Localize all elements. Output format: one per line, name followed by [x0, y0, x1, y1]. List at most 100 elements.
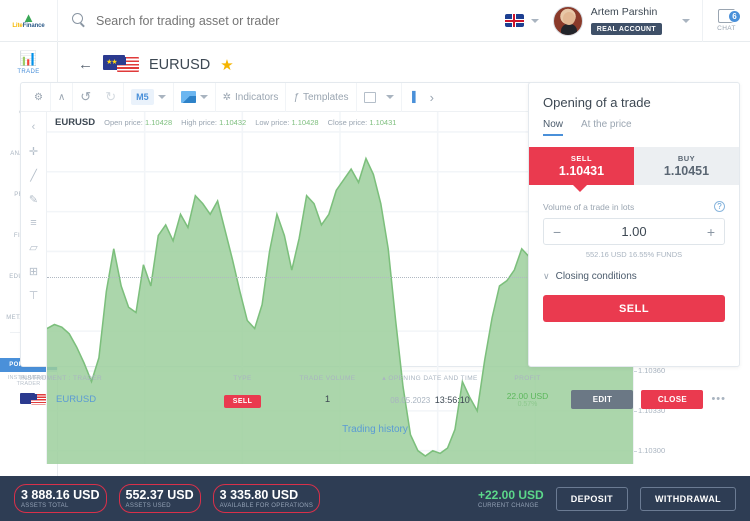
- submit-sell-button[interactable]: SELL: [543, 295, 725, 322]
- user-menu[interactable]: Artem Parshin REAL ACCOUNT: [553, 6, 690, 36]
- price-tick: 1.10300: [638, 446, 665, 455]
- toolbar-next-button[interactable]: ›: [423, 83, 441, 112]
- text-tool-icon[interactable]: ⊤: [22, 283, 46, 307]
- account-footer: 3 888.16 USD ASSETS TOTAL 552.37 USD ASS…: [0, 476, 750, 521]
- language-selector[interactable]: [505, 14, 539, 27]
- current-change: +22.00 USD CURRENT CHANGE: [478, 488, 544, 509]
- close-price: Close price: 1.10431: [328, 118, 397, 127]
- chart-undo-button[interactable]: ↺: [73, 83, 98, 112]
- templates-button[interactable]: ƒ Templates: [286, 83, 356, 112]
- timeframe-value: M5: [131, 89, 154, 105]
- column-opening-date[interactable]: ▴ OPENING DATE AND TIME: [370, 374, 490, 382]
- sidebar-label-trade: TRADE: [17, 69, 39, 75]
- back-arrow-icon[interactable]: ←: [78, 57, 93, 72]
- indicators-button[interactable]: ✲ Indicators: [216, 83, 287, 112]
- pencil-icon[interactable]: ✎: [22, 187, 46, 211]
- area-chart-icon: [181, 91, 196, 103]
- row-symbol-link[interactable]: EURUSD: [56, 394, 96, 405]
- cell-volume: 1: [285, 394, 370, 405]
- crosshair-icon[interactable]: ✛: [22, 139, 46, 163]
- positions-table-header: INSTRUMENT : TRADER TYPE TRADE VOLUME ▴ …: [20, 371, 730, 385]
- row-time: 13:56:10: [435, 395, 470, 405]
- increment-button[interactable]: +: [707, 225, 715, 239]
- cell-instrument: EURUSD: [20, 393, 200, 406]
- chat-button[interactable]: 6 CHAT: [702, 0, 750, 42]
- cell-profit: 22.00 USD 0.57%: [490, 391, 565, 408]
- timeframe-chevron-down-icon: [158, 95, 166, 99]
- selected-side-pointer: [573, 185, 587, 192]
- column-instrument: INSTRUMENT : TRADER: [20, 375, 200, 382]
- sell-side-button[interactable]: SELL 1.10431: [529, 147, 634, 185]
- high-price: High price: 1.10432: [181, 118, 246, 127]
- more-options-icon[interactable]: •••: [711, 393, 726, 405]
- search-input[interactable]: [96, 14, 426, 28]
- column-profit: PROFIT: [490, 375, 565, 382]
- chart-redo-button[interactable]: ↻: [98, 83, 124, 112]
- available-value: 3 335.80 USD: [220, 488, 314, 502]
- closing-conditions-label: Closing conditions: [556, 271, 637, 282]
- withdrawal-button[interactable]: WITHDRAWAL: [640, 487, 736, 511]
- help-icon[interactable]: ?: [714, 201, 725, 212]
- decrement-button[interactable]: −: [553, 225, 561, 239]
- cell-datetime: 08.05.2023 13:56:10: [370, 390, 490, 408]
- chart-type-selector[interactable]: [174, 83, 216, 112]
- table-row[interactable]: EURUSD SELL 1 08.05.2023 13:56:10 22.00 …: [20, 386, 730, 412]
- timeframe-selector[interactable]: M5: [124, 83, 174, 112]
- sell-side-price: 1.10431: [559, 164, 604, 178]
- deposit-button[interactable]: DEPOSIT: [556, 487, 628, 511]
- volume-value[interactable]: 1.00: [621, 224, 646, 239]
- calendar-icon: [364, 92, 376, 103]
- available-label: AVAILABLE FOR OPERATIONS: [220, 503, 314, 509]
- current-change-label: CURRENT CHANGE: [478, 503, 539, 509]
- chart-settings-button[interactable]: ⚙: [27, 83, 51, 112]
- quantity-stepper[interactable]: − 1.00 +: [543, 218, 725, 245]
- close-position-button[interactable]: CLOSE: [641, 390, 703, 409]
- favorite-star-icon[interactable]: ★: [220, 56, 233, 74]
- tab-now[interactable]: Now: [543, 119, 563, 136]
- grid-icon[interactable]: ⊞: [22, 259, 46, 283]
- instrument-header: ← ★★★ EURUSD ★: [58, 42, 750, 77]
- trade-panel: Opening of a trade Now At the price SELL…: [528, 82, 740, 367]
- chart-type-chevron-down-icon: [200, 95, 208, 99]
- buy-side-label: BUY: [678, 154, 695, 163]
- closing-conditions-toggle[interactable]: ∨ Closing conditions: [543, 271, 725, 282]
- parallel-channel-icon[interactable]: ≡: [22, 211, 46, 235]
- calendar-chevron-down-icon: [386, 95, 394, 99]
- sort-indicator-icon: ▴: [382, 375, 386, 382]
- volume-chart-button[interactable]: ▐: [402, 83, 423, 112]
- edit-button[interactable]: EDIT: [571, 390, 633, 409]
- margin-info: 552.16 USD 16.55% FUNDS: [543, 250, 725, 259]
- search-icon: [72, 13, 87, 28]
- balance-available: 3 335.80 USD AVAILABLE FOR OPERATIONS: [213, 484, 321, 513]
- chevron-up-icon: ∧: [58, 92, 65, 103]
- trading-platform: ▲ LiteFinance Artem Parshin REAL ACCOUNT…: [0, 0, 750, 521]
- row-profit-pct: 0.57%: [490, 401, 565, 408]
- indicators-icon: ✲: [223, 92, 231, 103]
- buy-side-button[interactable]: BUY 1.10451: [634, 147, 739, 185]
- tab-at-the-price[interactable]: At the price: [581, 119, 632, 136]
- search-bar[interactable]: [58, 0, 505, 42]
- eurusd-flag-pair-icon-small: [20, 393, 50, 406]
- user-chevron-down-icon: [682, 19, 690, 23]
- balance-group: 3 888.16 USD ASSETS TOTAL 552.37 USD ASS…: [14, 484, 320, 513]
- row-date: 08.05.2023: [390, 396, 430, 405]
- redo-icon: ↻: [105, 89, 116, 105]
- cell-actions: EDIT CLOSE •••: [565, 390, 730, 409]
- buy-side-price: 1.10451: [664, 164, 709, 178]
- calendar-button[interactable]: [357, 83, 402, 112]
- chart-collapse-button[interactable]: ∧: [51, 83, 73, 112]
- chart-symbol: EURUSD: [55, 117, 95, 128]
- ohlc-info-bar: EURUSD Open price: 1.10428 High price: 1…: [55, 117, 396, 128]
- undo-icon: ↺: [80, 89, 91, 105]
- trend-line-icon[interactable]: ╱: [22, 163, 46, 187]
- chevron-down-icon: [531, 19, 539, 23]
- assets-total-label: ASSETS TOTAL: [21, 503, 100, 509]
- brand-logo[interactable]: ▲ LiteFinance: [0, 0, 58, 42]
- shape-icon[interactable]: ▱: [22, 235, 46, 259]
- row-profit: 22.00 USD: [490, 391, 565, 401]
- collapse-icon[interactable]: ‹: [22, 115, 46, 139]
- trading-history-link[interactable]: Trading history: [0, 424, 750, 435]
- sidebar-item-trade[interactable]: 📊 TRADE: [0, 42, 57, 83]
- sell-side-label: SELL: [571, 154, 592, 163]
- logo-lite: Lite: [12, 23, 22, 29]
